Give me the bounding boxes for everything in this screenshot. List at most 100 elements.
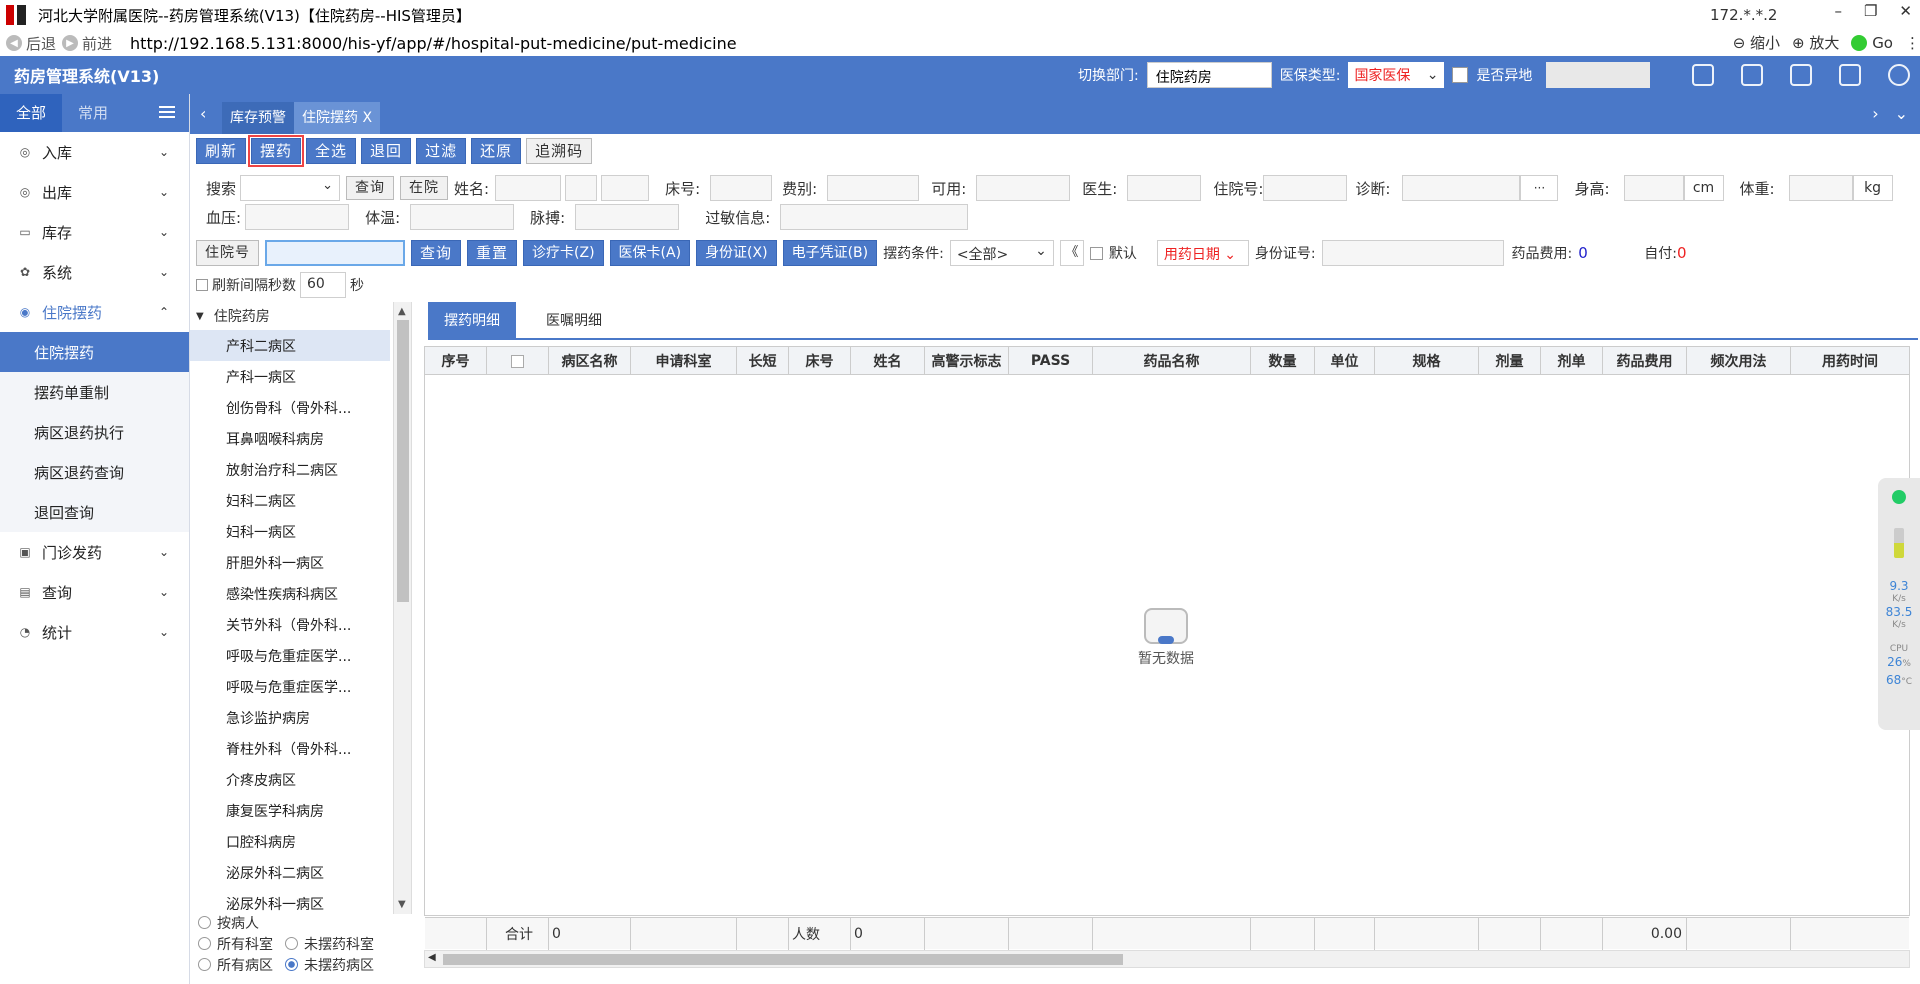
- sidebar-sub-return-query[interactable]: 病区退药查询: [0, 452, 189, 492]
- hand-icon[interactable]: [1741, 64, 1763, 86]
- inpatient-no-search-input[interactable]: [265, 240, 405, 266]
- dispense-button[interactable]: 摆药: [248, 135, 305, 167]
- tree-node[interactable]: 康复医学科病房: [190, 795, 390, 826]
- tree-node[interactable]: 急诊监护病房: [190, 702, 390, 733]
- more-icon[interactable]: ⋮: [1905, 34, 1920, 52]
- bed-input[interactable]: [710, 175, 773, 201]
- name-input[interactable]: [495, 175, 562, 201]
- default-checkbox[interactable]: [1089, 246, 1103, 260]
- tab-dispense-detail[interactable]: 摆药明细: [428, 302, 516, 340]
- remote-field[interactable]: [1546, 62, 1651, 88]
- restore-icon[interactable]: ❐: [1864, 2, 1877, 20]
- refresh-button[interactable]: 刷新: [196, 138, 247, 164]
- collapse-button[interactable]: 《: [1059, 240, 1084, 266]
- sidebar-sub-return-back[interactable]: 退回查询: [0, 492, 189, 532]
- sidebar-item-stats[interactable]: ◔ 统计 ⌄: [0, 612, 189, 652]
- close-icon[interactable]: ✕: [1899, 2, 1912, 20]
- tab-stock-warning[interactable]: 库存预警: [222, 102, 294, 134]
- tab-close-icon[interactable]: X: [362, 110, 372, 126]
- zoom-out-button[interactable]: ⊖ 缩小: [1733, 32, 1780, 53]
- tree-node[interactable]: 呼吸与危重症医学...: [190, 671, 390, 702]
- sidebar-item-query[interactable]: ▤ 查询 ⌄: [0, 572, 189, 612]
- diagnosis-picker-button[interactable]: ···: [1520, 175, 1559, 201]
- clinic-card-button[interactable]: 诊疗卡(Z): [523, 240, 604, 266]
- insurance-card-button[interactable]: 医保卡(A): [609, 240, 691, 266]
- tree-node[interactable]: 产科一病区: [190, 361, 390, 392]
- card-reader-icon[interactable]: [1692, 64, 1714, 86]
- refresh-interval-input[interactable]: 60: [300, 272, 346, 298]
- url-field[interactable]: http://192.168.5.131:8000/his-yf/app/#/h…: [130, 34, 737, 53]
- tree-node[interactable]: 介疼皮病区: [190, 764, 390, 795]
- sidebar-item-system[interactable]: ✿ 系统 ⌄: [0, 252, 189, 292]
- by-patient-radio[interactable]: [198, 916, 211, 929]
- sidebar-sub-return-exec[interactable]: 病区退药执行: [0, 412, 189, 452]
- tree-node[interactable]: 泌尿外科二病区: [190, 857, 390, 888]
- return-button[interactable]: 退回: [361, 138, 412, 164]
- tree-node[interactable]: 耳鼻咽喉科病房: [190, 423, 390, 454]
- tree-node[interactable]: 关节外科（骨外科...: [190, 609, 390, 640]
- all-wards-radio[interactable]: [198, 958, 211, 971]
- in-hospital-button[interactable]: 在院: [400, 176, 449, 200]
- select-all-button[interactable]: 全选: [306, 138, 357, 164]
- insurance-select[interactable]: 国家医保 ⌄: [1348, 62, 1445, 88]
- available-input[interactable]: [976, 175, 1071, 201]
- menu-toggle-icon[interactable]: [159, 106, 175, 118]
- sidebar-item-outpatient[interactable]: ▣ 门诊发药 ⌄: [0, 532, 189, 572]
- auto-refresh-checkbox[interactable]: [196, 279, 208, 291]
- tree-node[interactable]: 放射治疗科二病区: [190, 454, 390, 485]
- sidebar-item-ward-dispense[interactable]: ◉ 住院摆药 ⌃: [0, 292, 189, 332]
- tabs-scroll-right-icon[interactable]: ›: [1872, 104, 1878, 123]
- reset-button[interactable]: 重置: [467, 240, 518, 266]
- dispense-condition-select[interactable]: <全部> ⌄: [949, 240, 1054, 266]
- minimize-icon[interactable]: –: [1834, 2, 1842, 20]
- grid-hscrollbar[interactable]: ◀: [424, 950, 1910, 968]
- tree-node[interactable]: 肝胆外科一病区: [190, 547, 390, 578]
- tree-node[interactable]: 妇科一病区: [190, 516, 390, 547]
- settings-icon[interactable]: [1888, 64, 1910, 86]
- tree-scrollbar[interactable]: ▲ ▼: [393, 302, 411, 914]
- all-depts-radio[interactable]: [198, 937, 211, 950]
- height-input[interactable]: [1623, 175, 1684, 201]
- doctor-input[interactable]: [1127, 175, 1202, 201]
- tree-node[interactable]: 产科二病区: [190, 330, 390, 361]
- tree-root[interactable]: ▼ 住院药房: [190, 302, 411, 330]
- bp-input[interactable]: [245, 204, 350, 230]
- fee-type-input[interactable]: [827, 175, 920, 201]
- pulse-input[interactable]: [575, 204, 680, 230]
- grid-hscroll-thumb[interactable]: [443, 954, 1123, 965]
- sidebar-item-inbound[interactable]: ◎ 入库 ⌄: [0, 132, 189, 172]
- name-input-3[interactable]: [601, 175, 650, 201]
- undispensed-depts-radio[interactable]: [285, 937, 298, 950]
- tree-node[interactable]: 脊柱外科（骨外科...: [190, 733, 390, 764]
- tree-node[interactable]: 妇科二病区: [190, 485, 390, 516]
- id-card-button[interactable]: 身份证(X): [696, 240, 777, 266]
- weight-input[interactable]: [1788, 175, 1853, 201]
- filter-button[interactable]: 过滤: [416, 138, 467, 164]
- tab-order-detail[interactable]: 医嘱明细: [530, 302, 618, 340]
- trace-code-button[interactable]: 追溯码: [526, 138, 593, 164]
- date-type-select[interactable]: 用药日期 ⌄: [1156, 240, 1249, 266]
- tree-node[interactable]: 感染性疾病科病区: [190, 578, 390, 609]
- query-button[interactable]: 查询: [346, 176, 395, 200]
- sidebar-tab-common[interactable]: 常用: [62, 94, 124, 132]
- tab-ward-dispense[interactable]: 住院摆药 X: [294, 102, 381, 134]
- search-query-button[interactable]: 查询: [411, 240, 462, 266]
- sidebar-item-stock[interactable]: ▭ 库存 ⌄: [0, 212, 189, 252]
- forward-button[interactable]: ▶ 前进: [62, 33, 112, 54]
- search-select[interactable]: ⌄: [240, 175, 341, 201]
- sidebar-tab-all[interactable]: 全部: [0, 94, 62, 132]
- tabs-scroll-left-icon[interactable]: ‹: [200, 104, 206, 123]
- tree-scroll-thumb[interactable]: [397, 320, 409, 602]
- document-icon[interactable]: [1790, 64, 1812, 86]
- tree-node[interactable]: 口腔科病房: [190, 826, 390, 857]
- remote-checkbox[interactable]: [1452, 67, 1469, 83]
- tabs-menu-icon[interactable]: ⌄: [1895, 104, 1908, 123]
- zoom-in-button[interactable]: ⊕ 放大: [1792, 32, 1839, 53]
- sidebar-item-outbound[interactable]: ◎ 出库 ⌄: [0, 172, 189, 212]
- restore-button[interactable]: 还原: [471, 138, 522, 164]
- undispensed-wards-radio[interactable]: [285, 958, 298, 971]
- dept-input[interactable]: 住院药房: [1146, 62, 1272, 88]
- inpatient-no-input[interactable]: [1263, 175, 1348, 201]
- allergy-input[interactable]: [780, 204, 969, 230]
- temp-input[interactable]: [410, 204, 515, 230]
